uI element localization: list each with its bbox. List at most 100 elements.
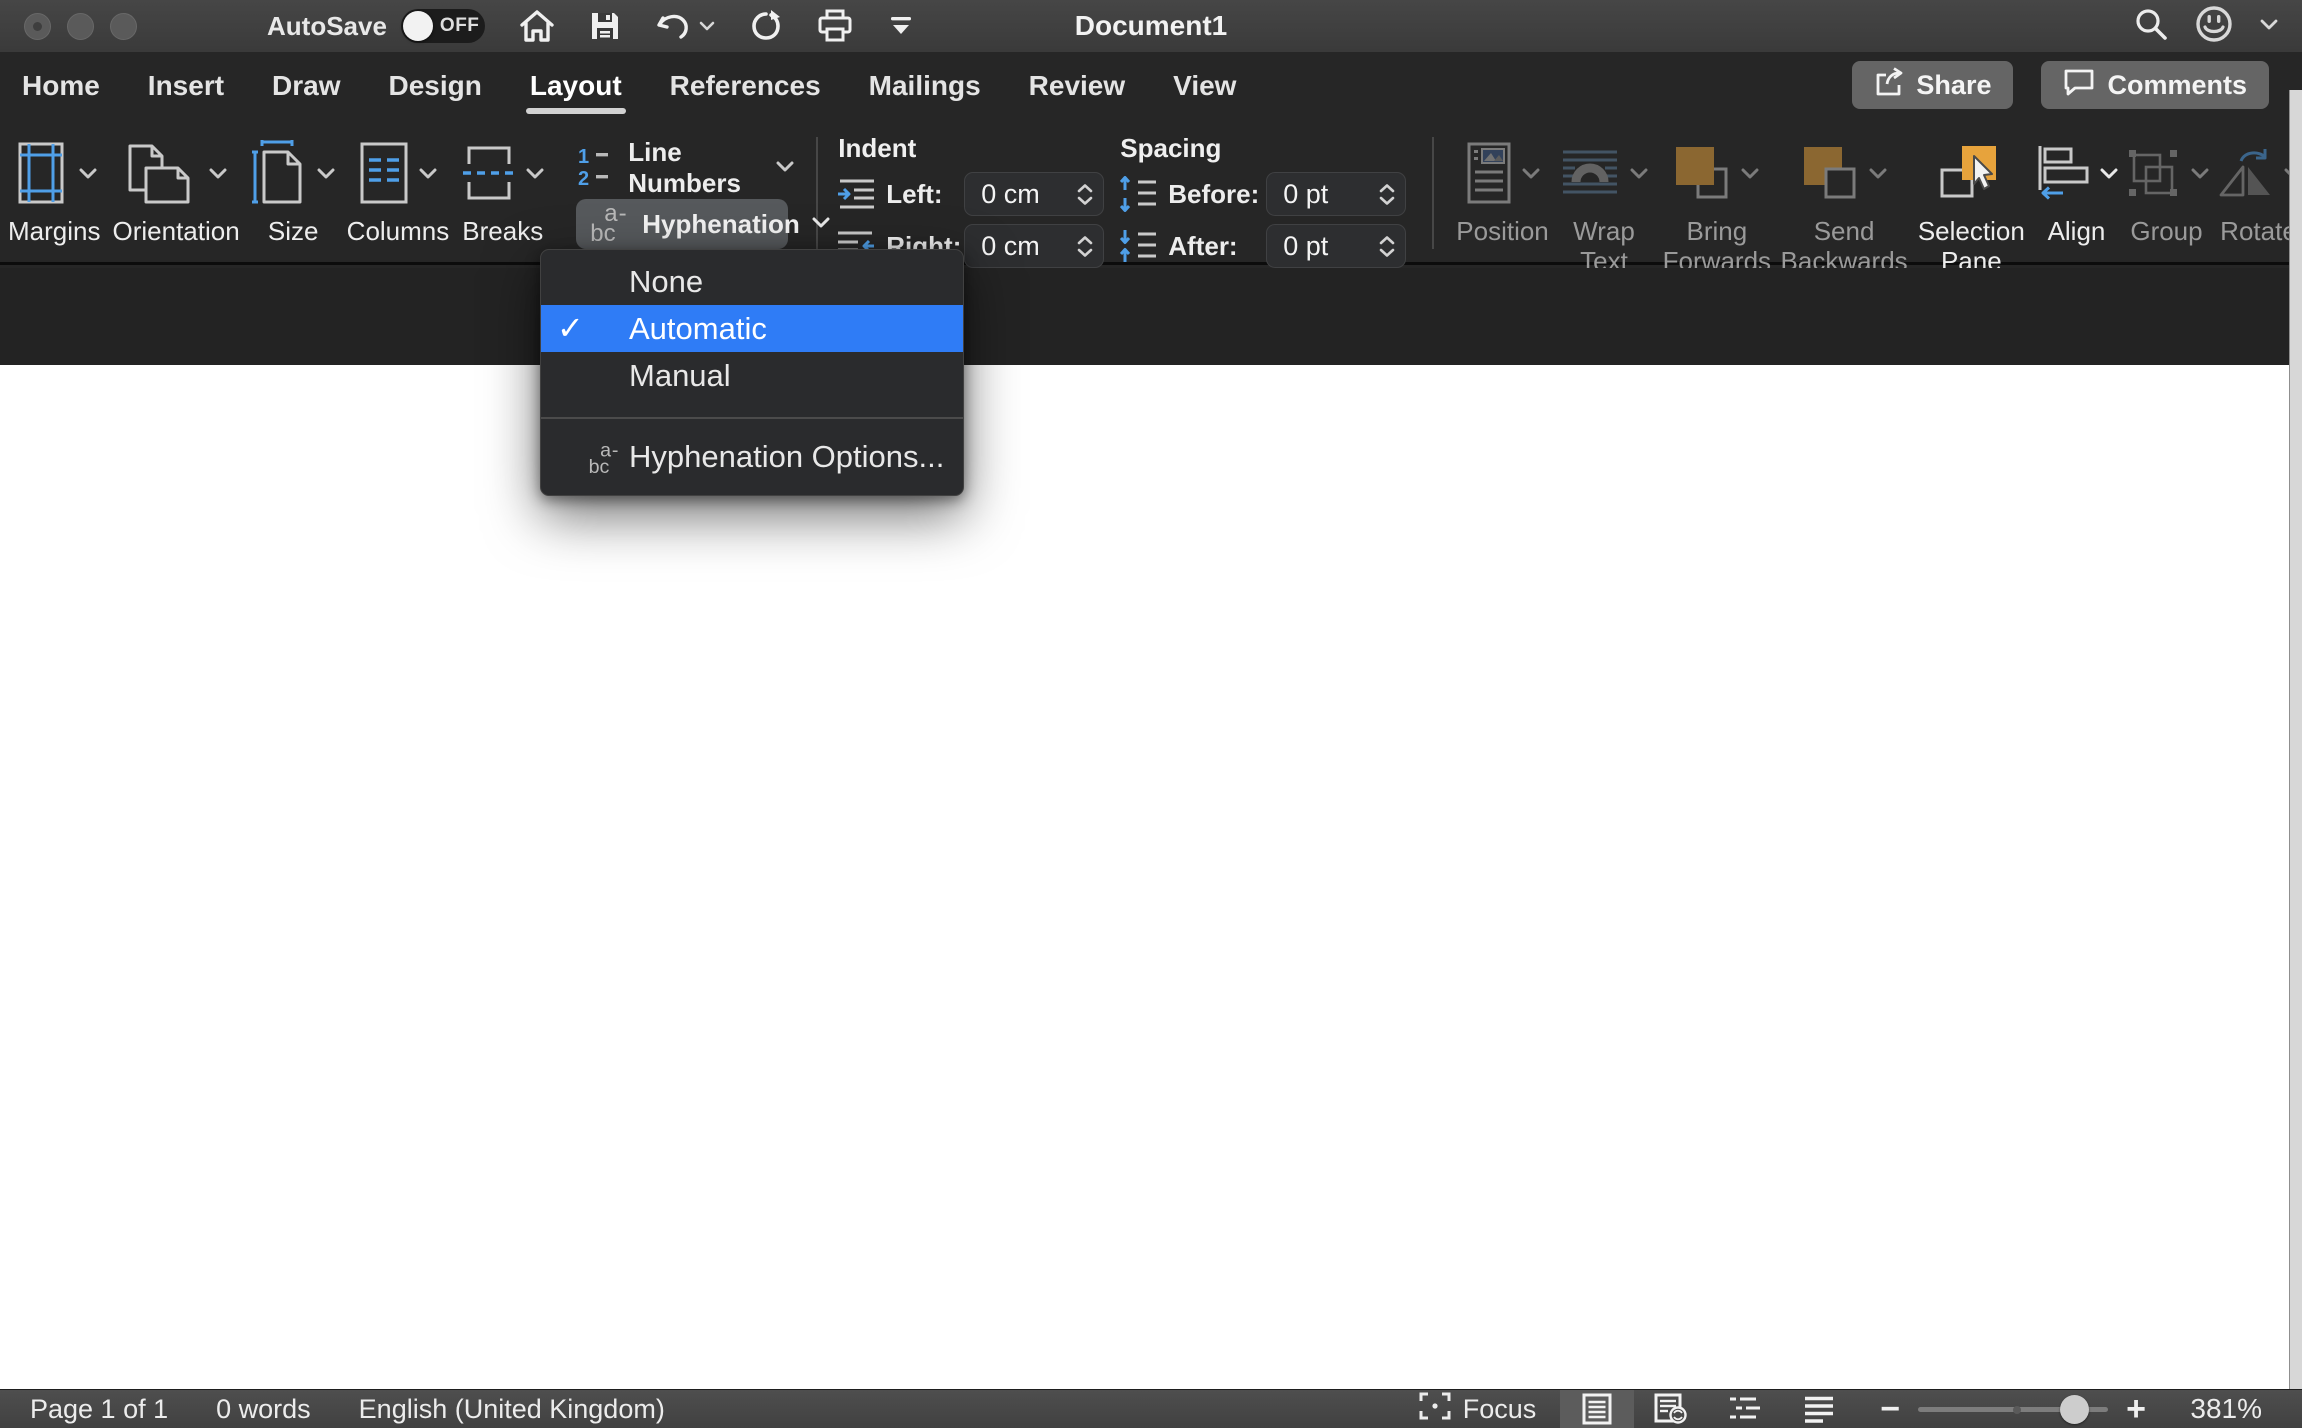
menu-item-hyphenation-options[interactable]: a- bc Hyphenation Options... — [541, 431, 963, 483]
indent-group-header: Indent — [838, 133, 1104, 164]
spacing-after-icon — [1118, 228, 1158, 264]
save-icon[interactable] — [589, 10, 621, 42]
statusbar: Page 1 of 1 0 words English (United King… — [0, 1389, 2302, 1428]
window-minimize-button[interactable] — [67, 13, 94, 40]
group-chevron-icon — [2191, 166, 2209, 184]
comments-button[interactable]: Comments — [2041, 61, 2269, 109]
size-chevron-icon — [317, 166, 335, 184]
account-icon[interactable] — [2194, 4, 2234, 49]
titlebar: AutoSave OFF — [0, 0, 2302, 52]
spacing-after-input[interactable]: 0 pt — [1266, 224, 1406, 268]
spacing-after-stepper[interactable] — [1379, 236, 1405, 257]
menu-item-automatic[interactable]: ✓ Automatic — [541, 305, 963, 352]
spacing-after-value[interactable]: 0 pt — [1267, 231, 1379, 262]
undo-menu-chevron-icon[interactable] — [699, 21, 715, 31]
autosave-toggle-knob — [403, 11, 433, 41]
margins-chevron-icon — [79, 166, 97, 184]
zoom-slider-midpoint — [2013, 1406, 2021, 1414]
vertical-scrollbar[interactable] — [2289, 90, 2302, 1389]
checkmark-icon: ✓ — [557, 309, 584, 347]
tab-home[interactable]: Home — [20, 54, 102, 124]
columns-button[interactable]: Columns — [347, 133, 450, 247]
svg-text:2: 2 — [578, 168, 589, 187]
bring-forwards-chevron-icon — [1741, 166, 1759, 184]
draft-view-button[interactable] — [1782, 1390, 1856, 1428]
indent-right-value[interactable]: 0 cm — [965, 231, 1077, 262]
spacing-before-label: Before: — [1168, 179, 1256, 210]
tab-design[interactable]: Design — [387, 54, 484, 124]
spacing-before-input[interactable]: 0 pt — [1266, 172, 1406, 216]
breaks-button[interactable]: Breaks — [461, 133, 544, 247]
zoom-slider[interactable] — [1918, 1394, 2108, 1424]
line-numbers-chevron-icon — [776, 159, 794, 177]
wrap-text-chevron-icon — [1630, 166, 1648, 184]
word-count[interactable]: 0 words — [216, 1394, 311, 1425]
spacing-before-icon — [1118, 176, 1158, 212]
page-count[interactable]: Page 1 of 1 — [30, 1394, 168, 1425]
focus-button[interactable]: Focus — [1419, 1392, 1537, 1427]
account-chevron-icon[interactable] — [2260, 17, 2278, 35]
spacing-group-header: Spacing — [1120, 133, 1406, 164]
hyphenation-icon: a- bc — [590, 204, 630, 244]
text-layout-group: 12 Line Numbers a- bc Hyphenation — [576, 125, 794, 265]
indent-right-stepper[interactable] — [1077, 236, 1103, 257]
search-icon[interactable] — [2134, 7, 2168, 46]
zoom-percentage[interactable]: 381% — [2170, 1393, 2262, 1425]
position-icon — [1465, 142, 1513, 209]
line-numbers-icon: 12 — [576, 145, 616, 192]
web-layout-view-button[interactable] — [1634, 1390, 1708, 1428]
language-indicator[interactable]: English (United Kingdom) — [359, 1394, 665, 1425]
orientation-icon — [126, 140, 200, 211]
page-setup-group: Margins Orientation — [0, 125, 544, 247]
spacing-before-value[interactable]: 0 pt — [1267, 179, 1379, 210]
outline-view-button[interactable] — [1708, 1390, 1782, 1428]
redo-icon[interactable] — [749, 9, 783, 43]
send-backwards-icon — [1802, 145, 1860, 206]
send-backwards-chevron-icon — [1869, 166, 1887, 184]
indent-left-input[interactable]: 0 cm — [964, 172, 1104, 216]
zoom-out-button[interactable]: − — [1880, 1392, 1900, 1426]
tab-layout[interactable]: Layout — [528, 54, 624, 124]
zoom-slider-handle[interactable] — [2060, 1395, 2089, 1424]
bring-forwards-button: Bring Forwards — [1659, 133, 1774, 277]
tab-review[interactable]: Review — [1027, 54, 1128, 124]
home-icon[interactable] — [519, 9, 555, 43]
menu-item-manual[interactable]: Manual — [541, 352, 963, 399]
indent-right-input[interactable]: 0 cm — [964, 224, 1104, 268]
window-close-button[interactable] — [24, 13, 51, 40]
columns-icon — [358, 140, 410, 211]
tab-draw[interactable]: Draw — [270, 54, 342, 124]
tab-view[interactable]: View — [1171, 54, 1238, 124]
selection-pane-button[interactable]: Selection Pane — [1914, 133, 2029, 277]
print-icon[interactable] — [817, 9, 853, 43]
tab-insert[interactable]: Insert — [146, 54, 226, 124]
indent-left-value[interactable]: 0 cm — [965, 179, 1077, 210]
focus-label: Focus — [1463, 1394, 1537, 1425]
autosave-toggle[interactable]: OFF — [401, 9, 485, 43]
position-chevron-icon — [1522, 166, 1540, 184]
align-icon — [2035, 144, 2091, 207]
indent-left-icon — [836, 177, 876, 211]
print-layout-view-button[interactable] — [1560, 1390, 1634, 1428]
indent-left-stepper[interactable] — [1077, 184, 1103, 205]
undo-icon[interactable] — [655, 10, 691, 42]
ribbon-tab-bar: Home Insert Draw Design Layout Reference… — [0, 52, 2302, 125]
align-button[interactable]: Align — [2035, 133, 2118, 277]
menu-item-none[interactable]: None — [541, 258, 963, 305]
share-icon — [1874, 67, 1904, 104]
window-zoom-button[interactable] — [110, 13, 137, 40]
zoom-in-button[interactable]: + — [2126, 1392, 2146, 1426]
margins-button[interactable]: Margins — [8, 133, 100, 247]
tab-mailings[interactable]: Mailings — [867, 54, 983, 124]
size-button[interactable]: Size — [252, 133, 335, 247]
tab-references[interactable]: References — [668, 54, 823, 124]
margins-icon — [12, 140, 70, 211]
customize-toolbar-icon[interactable] — [887, 13, 915, 39]
orientation-button[interactable]: Orientation — [112, 133, 239, 247]
share-button[interactable]: Share — [1852, 61, 2013, 109]
document-page[interactable] — [0, 365, 2302, 1389]
spacing-before-stepper[interactable] — [1379, 184, 1405, 205]
line-numbers-button[interactable]: 12 Line Numbers — [576, 137, 794, 199]
hyphenation-menu: None ✓ Automatic Manual a- bc Hyphenatio… — [540, 249, 964, 496]
hyphenation-button[interactable]: a- bc Hyphenation — [576, 199, 788, 249]
